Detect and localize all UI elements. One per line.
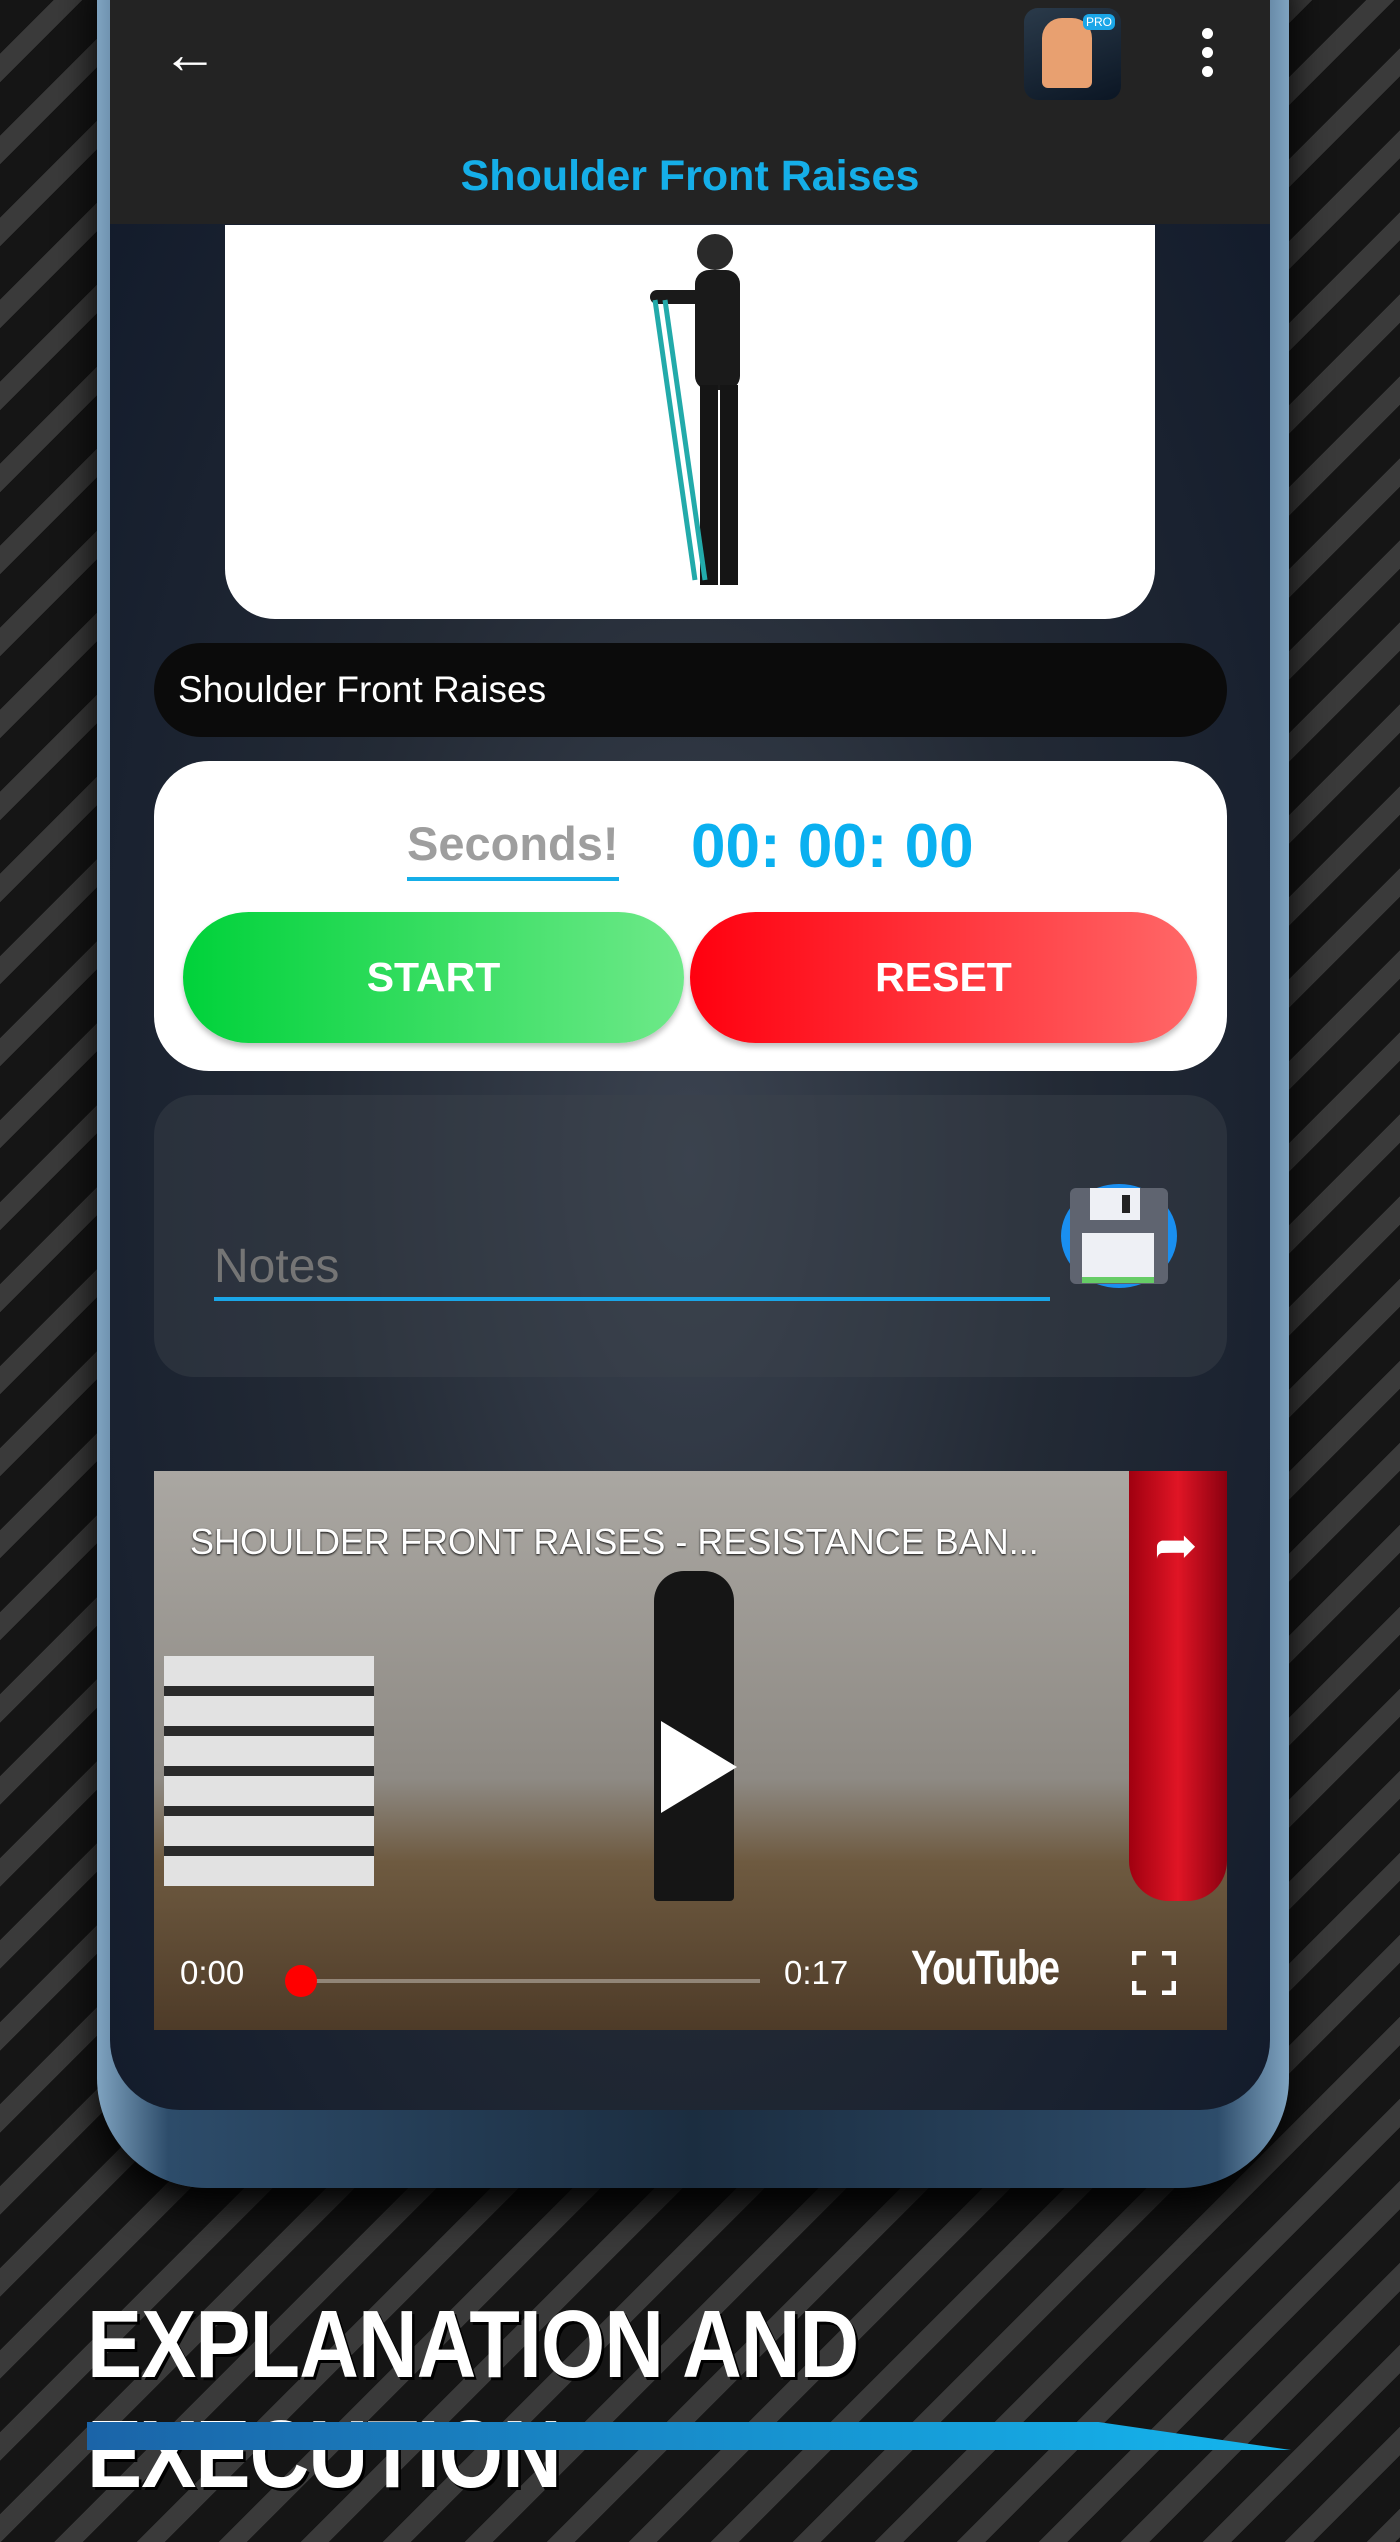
- exercise-name-bar: Shoulder Front Raises: [154, 643, 1227, 737]
- timer-display: 00: 00: 00: [691, 812, 974, 881]
- app-logo: PRO: [1024, 8, 1121, 100]
- fullscreen-icon[interactable]: [1132, 1951, 1176, 1995]
- duration: 0:17: [784, 1954, 849, 1991]
- exercise-figure: [650, 234, 740, 585]
- seconds-input[interactable]: Seconds!: [407, 816, 619, 881]
- progress-knob[interactable]: [285, 1965, 317, 1997]
- notes-input[interactable]: [214, 1235, 1050, 1301]
- promo-caption: EXPLANATION AND EXECUTION: [87, 2291, 859, 2508]
- page-title: Shoulder Front Raises: [460, 152, 920, 200]
- share-icon[interactable]: ➦: [1154, 1516, 1198, 1576]
- app-header: ← PRO Shoulder Front Raises: [110, 0, 1270, 224]
- floppy-disk-icon[interactable]: [1060, 1183, 1178, 1289]
- play-icon[interactable]: [661, 1721, 737, 1813]
- youtube-video-player[interactable]: SHOULDER FRONT RAISES - RESISTANCE BAN..…: [154, 1471, 1227, 2030]
- timer-card: Seconds! 00: 00: 00 START RESET: [154, 761, 1227, 1071]
- pro-badge: PRO: [1082, 14, 1115, 30]
- exercise-image: [225, 225, 1155, 619]
- arrow-left-icon[interactable]: ←: [162, 26, 226, 82]
- more-vertical-icon[interactable]: [1202, 28, 1216, 84]
- video-thumbnail-steps: [164, 1656, 374, 1886]
- notes-card: [154, 1095, 1227, 1377]
- youtube-logo[interactable]: YouTube: [911, 1941, 1060, 1996]
- caption-underline: [87, 2422, 1291, 2450]
- reset-button[interactable]: RESET: [690, 912, 1197, 1043]
- start-button[interactable]: START: [183, 912, 684, 1043]
- app-screen: ← PRO Shoulder Front Raises Shoulder Fro…: [110, 0, 1270, 2110]
- progress-bar[interactable]: [300, 1979, 760, 1983]
- current-time: 0:00: [180, 1954, 245, 1991]
- video-title[interactable]: SHOULDER FRONT RAISES - RESISTANCE BAN..…: [190, 1521, 1039, 1563]
